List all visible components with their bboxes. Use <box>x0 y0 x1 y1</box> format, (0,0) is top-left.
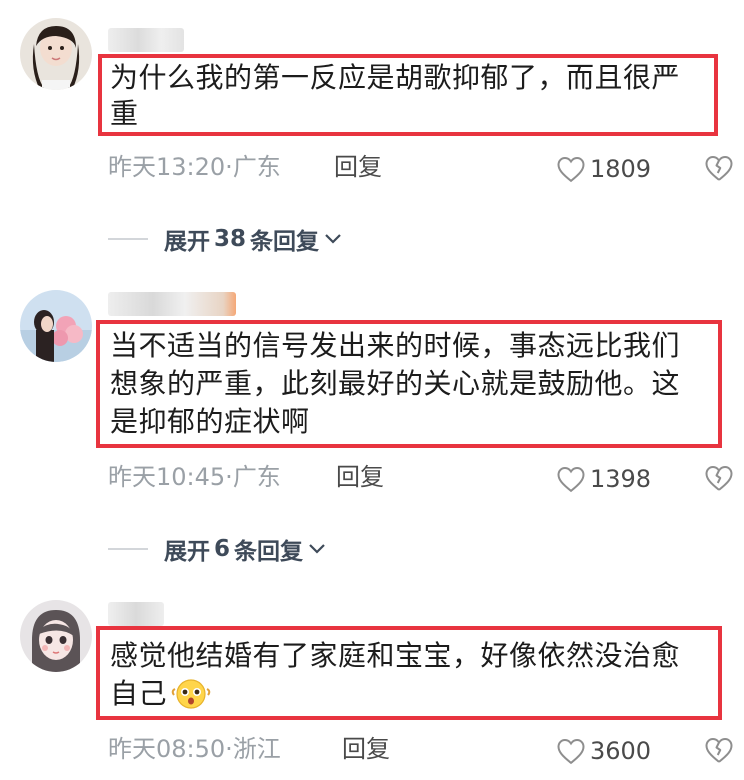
broken-heart-icon <box>705 156 733 181</box>
reply-button[interactable]: 回复 <box>342 734 390 764</box>
comment-line-2: 自己 <box>110 677 168 710</box>
comment-date: 昨天 <box>108 735 156 763</box>
comment-date: 昨天 <box>108 463 156 491</box>
divider-dash <box>108 548 148 550</box>
comment-meta: 昨天13:20·广东 <box>108 152 281 182</box>
avatar-photo <box>20 18 92 90</box>
comment-location: 浙江 <box>232 735 281 763</box>
expand-suffix: 条回复 <box>250 229 320 255</box>
expand-replies[interactable]: 展开 38 条回复 <box>108 224 343 255</box>
broken-heart-icon <box>705 738 733 763</box>
chevron-down-icon <box>325 234 341 244</box>
reply-button[interactable]: 回复 <box>336 462 384 492</box>
heart-icon <box>557 466 585 493</box>
expand-count: 38 <box>214 226 247 252</box>
comment-line-2: 重 <box>110 97 139 130</box>
comment-meta: 昨天08:50·浙江 <box>108 734 281 764</box>
comment-time: 08:50 <box>156 735 226 763</box>
reply-button[interactable]: 回复 <box>334 152 382 182</box>
expand-count: 6 <box>214 536 231 562</box>
avatar[interactable] <box>20 600 92 672</box>
emoji-face-icon <box>171 679 211 709</box>
expand-replies[interactable]: 展开 6 条回复 <box>108 534 327 565</box>
like-count: 1809 <box>590 155 652 183</box>
comment-date: 昨天 <box>108 153 156 181</box>
dislike-button[interactable] <box>704 736 734 766</box>
comment-line-1: 感觉他结婚有了家庭和宝宝，好像依然没治愈 <box>110 639 681 672</box>
comment-location: 广东 <box>232 153 281 181</box>
meta-separator: · <box>225 463 233 491</box>
avatar-photo <box>20 600 92 672</box>
expand-suffix: 条回复 <box>234 539 304 565</box>
expand-prefix: 展开 <box>164 539 210 565</box>
comment-meta: 昨天10:45·广东 <box>108 462 281 492</box>
comment-time: 13:20 <box>156 153 226 181</box>
chevron-down-icon <box>309 544 325 554</box>
username-blurred[interactable] <box>108 292 236 316</box>
broken-heart-icon <box>705 466 733 491</box>
comment-line-1: 当不适当的信号发出来的时候，事态远比我们 <box>110 329 681 362</box>
username-blurred[interactable] <box>108 602 164 626</box>
heart-icon <box>557 738 585 765</box>
heart-icon <box>557 156 585 183</box>
comment-line-3: 是抑郁的症状啊 <box>110 405 310 438</box>
comment-line-2: 想象的严重，此刻最好的关心就是鼓励他。这 <box>110 367 681 400</box>
dislike-button[interactable] <box>704 154 734 184</box>
avatar[interactable] <box>20 290 92 362</box>
username-blurred[interactable] <box>108 28 184 52</box>
meta-separator: · <box>225 735 233 763</box>
like-button[interactable]: 3600 <box>556 736 651 766</box>
divider-dash <box>108 238 148 240</box>
dislike-button[interactable] <box>704 464 734 494</box>
like-count: 1398 <box>590 465 652 493</box>
avatar-photo <box>20 290 92 362</box>
expand-prefix: 展开 <box>164 229 210 255</box>
comment-time: 10:45 <box>156 463 226 491</box>
comment-line-1: 为什么我的第一反应是胡歌抑郁了，而且很严 <box>110 61 681 94</box>
like-button[interactable]: 1809 <box>556 154 651 184</box>
comment-line-2-wrap: 自己 <box>110 676 211 712</box>
like-count: 3600 <box>590 737 652 765</box>
avatar[interactable] <box>20 18 92 90</box>
like-button[interactable]: 1398 <box>556 464 651 494</box>
meta-separator: · <box>225 153 233 181</box>
comment-location: 广东 <box>232 463 281 491</box>
